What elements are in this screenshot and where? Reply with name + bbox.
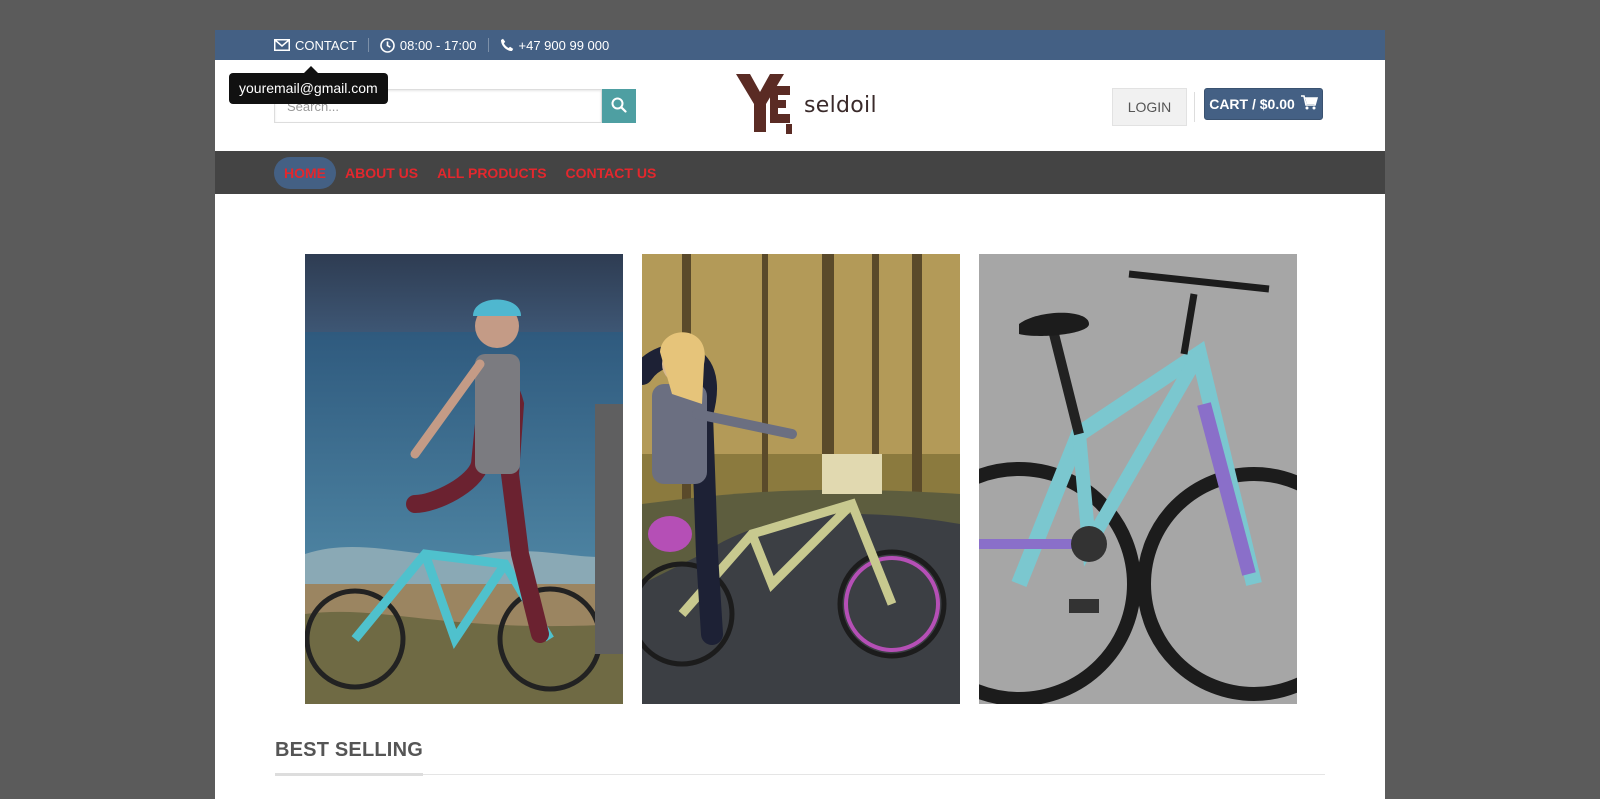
- phone-link[interactable]: +47 900 99 000: [500, 37, 610, 53]
- cart-icon: [1300, 95, 1318, 113]
- header: seldoil LOGIN CART / $0.00: [215, 60, 1385, 151]
- site-logo[interactable]: seldoil: [734, 72, 877, 139]
- topbar-divider: [367, 38, 369, 52]
- clock-icon: [380, 37, 395, 53]
- woman-riding-bike-beach-image[interactable]: [305, 254, 623, 704]
- main-nav: HOME ABOUT US ALL PRODUCTS CONTACT US: [215, 151, 1385, 194]
- search-icon: [611, 97, 627, 116]
- hours-info: 08:00 - 17:00: [380, 38, 477, 53]
- phone-icon: [500, 38, 514, 52]
- contact-link[interactable]: CONTACT: [274, 38, 357, 53]
- best-selling-section: BEST SELLING: [275, 739, 1325, 776]
- cart-button[interactable]: CART / $0.00: [1204, 88, 1323, 120]
- nav-item-home[interactable]: HOME: [274, 156, 336, 189]
- contact-label: CONTACT: [295, 37, 357, 53]
- hours-text: 08:00 - 17:00: [399, 37, 477, 53]
- search-button[interactable]: [602, 89, 636, 123]
- teal-kids-mountain-bike-image[interactable]: [979, 254, 1297, 704]
- section-divider: [275, 774, 1325, 775]
- contact-tooltip: youremail@gmail.com: [229, 66, 388, 104]
- best-selling-title: BEST SELLING: [275, 739, 423, 776]
- cart-label: CART / $0.00: [1209, 96, 1295, 112]
- login-button[interactable]: LOGIN: [1112, 88, 1187, 126]
- header-divider: [1194, 92, 1195, 122]
- page-container: CONTACT 08:00 - 17:00 +47 900 99 000 Sea…: [215, 30, 1385, 799]
- logo-text: seldoil: [804, 93, 877, 118]
- hero-gallery: [305, 254, 1297, 704]
- envelope-icon: [274, 39, 290, 51]
- nav-item-about-us[interactable]: ABOUT US: [335, 157, 428, 189]
- phone-text: +47 900 99 000: [518, 37, 610, 53]
- woman-with-cruiser-bike-forest-image[interactable]: [642, 254, 960, 704]
- nav-item-all-products[interactable]: ALL PRODUCTS: [427, 157, 556, 189]
- top-bar: CONTACT 08:00 - 17:00 +47 900 99 000: [215, 30, 1385, 60]
- nav-item-contact-us[interactable]: CONTACT US: [556, 157, 667, 189]
- logo-mark: [734, 72, 792, 139]
- topbar-divider: [487, 38, 489, 52]
